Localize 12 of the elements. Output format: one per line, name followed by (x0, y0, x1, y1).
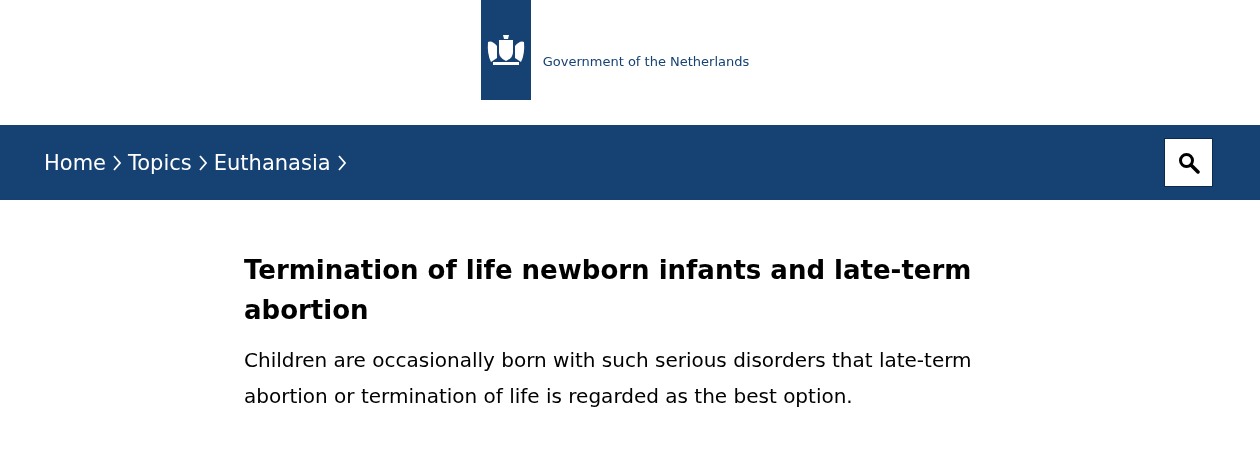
chevron-right-icon (336, 153, 347, 172)
search-button[interactable] (1164, 138, 1213, 187)
logo-block[interactable] (480, 0, 531, 100)
breadcrumb-link[interactable]: Home (44, 150, 106, 175)
breadcrumb-link[interactable]: Euthanasia (213, 150, 331, 175)
site-name[interactable]: Government of the Netherlands (542, 54, 750, 69)
article-intro: Children are occasionally born with such serious disorders that late-term abortion or termination of life is regarded as the best option. (244, 347, 973, 410)
breadcrumb-link[interactable]: Topics (128, 150, 192, 175)
article-title: Termination of life newborn infants and late-term abortion (244, 254, 973, 327)
chevron-right-icon (112, 153, 122, 172)
chevron-right-icon (197, 153, 208, 172)
search-icon (1177, 151, 1200, 174)
